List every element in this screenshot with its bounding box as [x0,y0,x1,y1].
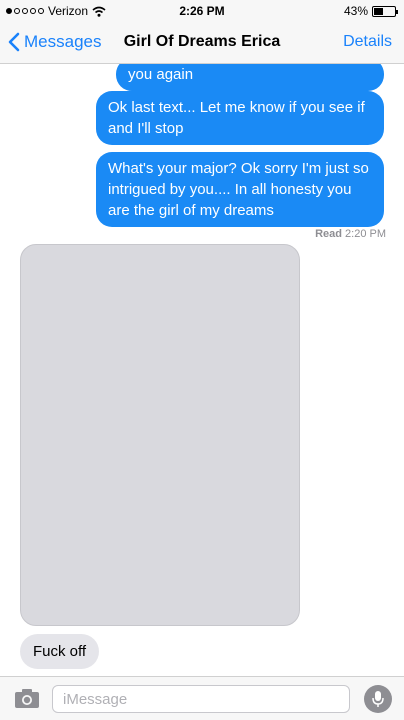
read-label: Read [315,228,342,240]
battery-level [374,7,383,15]
back-button[interactable]: Messages [8,32,101,52]
microphone-icon [372,691,384,707]
battery-icon [372,5,398,17]
incoming-message: Fuck off [20,634,100,669]
photo-attachment[interactable] [20,244,300,626]
read-receipt: Read 2:20 PM [315,228,386,240]
message-input[interactable] [52,685,350,713]
conversation-header: Messages Girl Of Dreams Erica Details [0,22,404,64]
compose-bar [0,676,404,720]
outgoing-message: Ok last text... Let me know if you see i… [96,91,384,145]
message-thread: you again Ok last text... Let me know if… [0,64,404,676]
read-time: 2:20 PM [345,228,386,240]
outgoing-message: What's your major? Ok sorry I'm just so … [96,152,384,227]
chevron-left-icon [8,32,20,52]
camera-icon[interactable] [14,687,40,709]
details-button[interactable]: Details [343,33,392,51]
battery-status: 43% [343,4,398,18]
battery-percentage: 43% [343,4,368,18]
microphone-button[interactable] [364,685,392,713]
back-label: Messages [24,32,102,51]
outgoing-message: you again [116,64,384,91]
status-bar: Verizon 2:26 PM 43% [0,0,404,22]
